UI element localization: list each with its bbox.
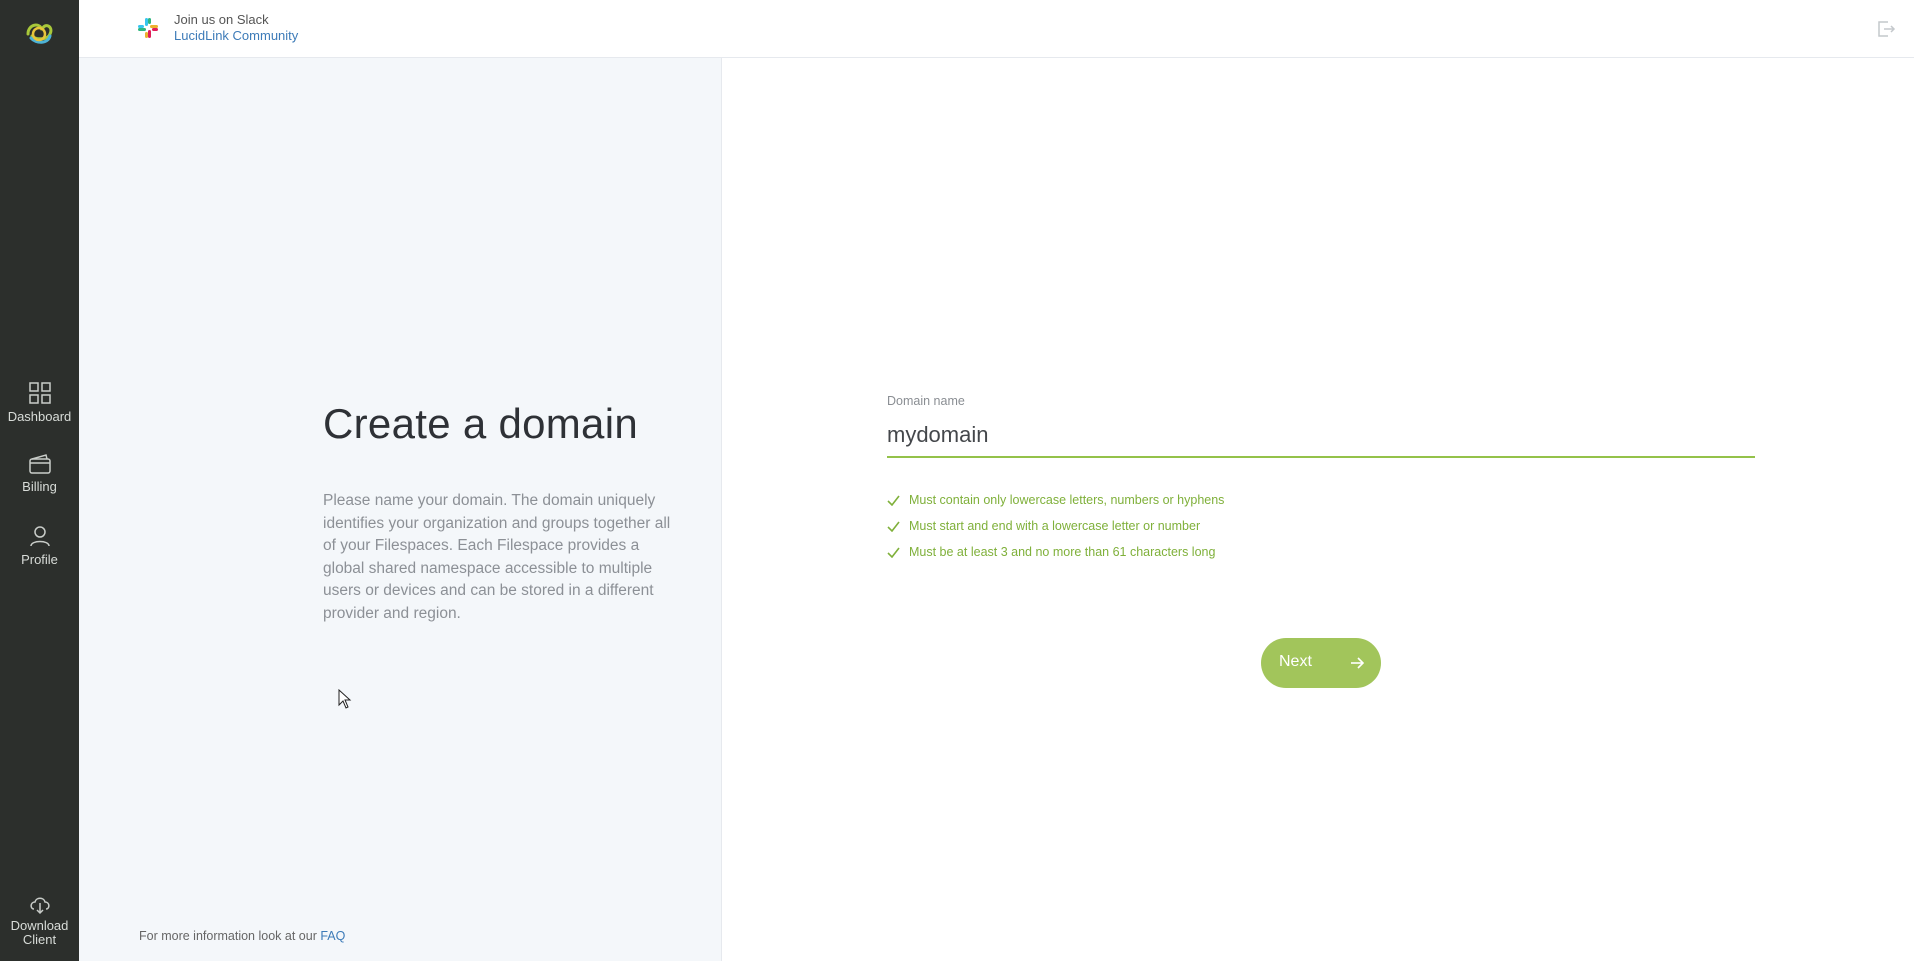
grid-icon (28, 382, 51, 404)
arrow-right-icon (1351, 657, 1365, 669)
rule-text: Must start and end with a lowercase lett… (909, 519, 1201, 533)
check-icon (887, 495, 900, 506)
domain-name-input[interactable] (887, 414, 1755, 458)
page-title: Create a domain (323, 400, 639, 447)
sidebar-item-profile[interactable]: Profile (0, 524, 79, 567)
validation-rules: Must contain only lowercase letters, num… (887, 487, 1224, 565)
next-button[interactable]: Next (1261, 638, 1381, 688)
faq-link[interactable]: FAQ (320, 929, 345, 943)
check-icon (887, 521, 900, 532)
mouse-cursor-icon (338, 689, 352, 709)
logout-icon[interactable] (1876, 19, 1896, 39)
validation-rule: Must contain only lowercase letters, num… (887, 487, 1224, 513)
sidebar-item-label: Billing (22, 479, 57, 494)
sidebar-item-label: Dashboard (7, 409, 72, 424)
lucidlink-logo[interactable] (22, 14, 56, 48)
slack-community-link[interactable]: LucidLink Community (174, 28, 298, 44)
faq-prefix: For more information look at our (139, 929, 317, 943)
sidebar: Dashboard Billing Profile Download Clien… (0, 0, 79, 961)
validation-rule: Must be at least 3 and no more than 61 c… (887, 539, 1224, 565)
validation-rule: Must start and end with a lowercase lett… (887, 513, 1224, 539)
page-description: Please name your domain. The domain uniq… (323, 492, 671, 622)
cloud-download-icon (29, 897, 50, 915)
domain-name-label: Domain name (887, 394, 965, 408)
rule-text: Must be at least 3 and no more than 61 c… (909, 545, 1216, 559)
user-icon (29, 526, 50, 547)
faq-note: For more information look at our FAQ (139, 929, 345, 943)
next-label: Next (1279, 653, 1312, 670)
top-bar: Join us on Slack LucidLink Community (79, 0, 1914, 58)
slack-icon (138, 18, 158, 38)
rule-text: Must contain only lowercase letters, num… (909, 493, 1225, 507)
sidebar-item-billing[interactable]: Billing (0, 453, 79, 494)
slack-join-text: Join us on Slack (174, 12, 269, 27)
sidebar-item-label: Profile (21, 552, 58, 567)
download-client-button[interactable]: Download Client (0, 893, 79, 947)
info-panel: Create a domain Please name your domain.… (79, 58, 722, 961)
check-icon (887, 547, 900, 558)
wallet-icon (28, 454, 51, 474)
slack-promo: Join us on Slack LucidLink Community (174, 12, 298, 44)
download-label-line2: Client (22, 932, 57, 947)
sidebar-item-dashboard[interactable]: Dashboard (0, 381, 79, 424)
download-label-line1: Download (10, 918, 69, 933)
